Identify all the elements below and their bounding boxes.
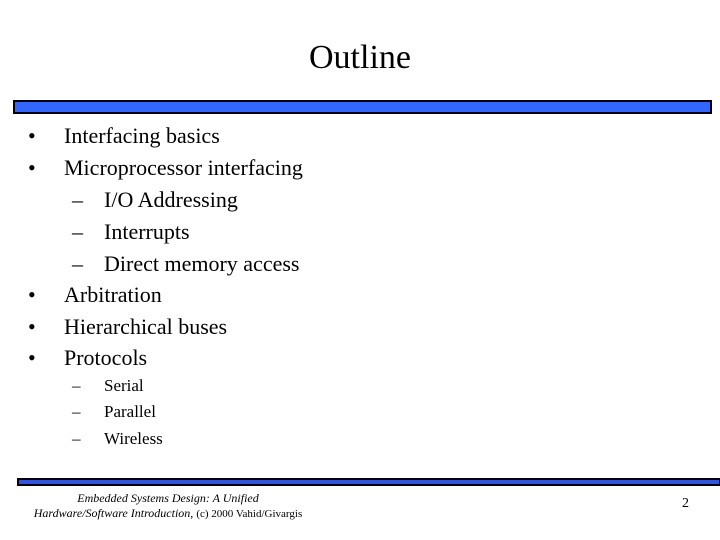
list-item-label: Interfacing basics (64, 123, 220, 148)
list-subitem-label: Direct memory access (104, 251, 300, 276)
footer-book-title: Hardware/Software Introduction, (33, 506, 194, 520)
footer-copyright: (c) 2000 Vahid/Givargis (196, 508, 303, 520)
list-subitem-label: Serial (104, 376, 144, 395)
title-divider-bar (13, 100, 712, 114)
bullet-icon: • (28, 155, 36, 180)
dash-icon: – (72, 402, 81, 421)
dash-icon: – (72, 187, 83, 212)
list-item-label: Arbitration (64, 282, 162, 307)
list-subitem-label: Wireless (104, 429, 163, 448)
list-item-label: Hierarchical buses (64, 314, 228, 339)
dash-icon: – (72, 219, 83, 244)
list-subitem-label: Interrupts (104, 219, 190, 244)
bullet-icon: • (28, 314, 36, 339)
bullet-icon: • (28, 123, 36, 148)
footer-citation: Embedded Systems Design: A Unified Hardw… (18, 491, 318, 522)
footer-line-1: Embedded Systems Design: A Unified (77, 491, 259, 505)
page-number: 2 (682, 496, 689, 511)
footer-line-2: Hardware/Software Introduction, (c) 2000… (18, 506, 318, 522)
list-subitem-label: I/O Addressing (104, 187, 238, 212)
bullet-icon: • (28, 345, 36, 370)
dash-icon: – (72, 429, 81, 448)
bullet-icon: • (28, 282, 36, 307)
dash-icon: – (72, 376, 81, 395)
footer-divider-bar (17, 478, 720, 486)
list-item-label: Microprocessor interfacing (64, 155, 303, 180)
list-subitem-label: Parallel (104, 402, 156, 421)
dash-icon: – (72, 251, 83, 276)
list-item-label: Protocols (64, 345, 148, 370)
slide-title: Outline (309, 39, 411, 76)
